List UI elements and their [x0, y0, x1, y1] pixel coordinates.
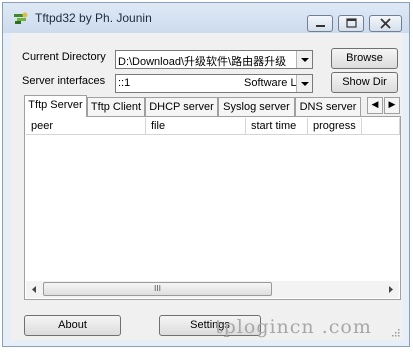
tab-dns-server[interactable]: DNS server: [295, 97, 361, 116]
current-directory-value: D:\Download\升级软件\路由器升级: [118, 56, 287, 68]
maximize-button[interactable]: [338, 15, 364, 32]
column-header-peer[interactable]: peer: [26, 118, 146, 135]
current-directory-label: Current Directory: [22, 51, 106, 63]
column-header-filler: [362, 118, 400, 135]
about-button[interactable]: About: [24, 315, 121, 336]
server-interfaces-label: Server interfaces: [22, 75, 106, 87]
horizontal-scrollbar[interactable]: III: [26, 281, 399, 298]
minimize-button[interactable]: [307, 15, 333, 32]
column-header-file[interactable]: file: [146, 118, 246, 135]
server-interfaces-suffix: Software L: [244, 77, 297, 89]
current-directory-combo[interactable]: D:\Download\升级软件\路由器升级: [115, 50, 313, 69]
tab-syslog-server[interactable]: Syslog server: [218, 97, 295, 116]
resize-grip-icon[interactable]: [390, 327, 400, 337]
minimize-icon: [316, 25, 325, 27]
tab-scroll-left-button[interactable]: ◀: [367, 97, 383, 114]
scrollbar-thumb[interactable]: III: [43, 282, 272, 296]
title-bar[interactable]: Tftpd32 by Ph. Jounin: [3, 3, 409, 33]
close-icon: [380, 18, 391, 29]
tab-tftp-client[interactable]: Tftp Client: [87, 97, 145, 116]
server-interfaces-combo[interactable]: ::1 Software L: [115, 74, 313, 93]
tab-tftp-server[interactable]: Tftp Server: [24, 95, 87, 117]
app-window: Tftpd32 by Ph. Jounin Current Directory …: [2, 2, 410, 347]
tab-dhcp-server[interactable]: DHCP server: [145, 97, 218, 116]
chevron-down-icon[interactable]: [296, 51, 312, 68]
client-area: Current Directory D:\Download\升级软件\路由器升级…: [11, 33, 403, 340]
browse-button[interactable]: Browse: [331, 48, 398, 69]
close-button[interactable]: [369, 15, 402, 32]
window-title: Tftpd32 by Ph. Jounin: [35, 11, 152, 25]
column-header-progress[interactable]: progress: [308, 118, 362, 135]
app-icon: [14, 12, 28, 24]
tab-scroll-right-button[interactable]: ▶: [384, 97, 400, 114]
maximize-icon: [346, 18, 357, 28]
column-header-start-time[interactable]: start time: [246, 118, 308, 135]
scroll-right-icon[interactable]: [382, 281, 399, 298]
server-interfaces-value: ::1: [118, 77, 131, 89]
transfers-list[interactable]: peer file start time progress III: [24, 116, 401, 300]
chevron-down-icon[interactable]: [296, 75, 312, 92]
show-dir-button[interactable]: Show Dir: [331, 72, 398, 93]
scroll-left-icon[interactable]: [26, 281, 43, 298]
watermark-text: tplogincn .com: [215, 316, 372, 338]
